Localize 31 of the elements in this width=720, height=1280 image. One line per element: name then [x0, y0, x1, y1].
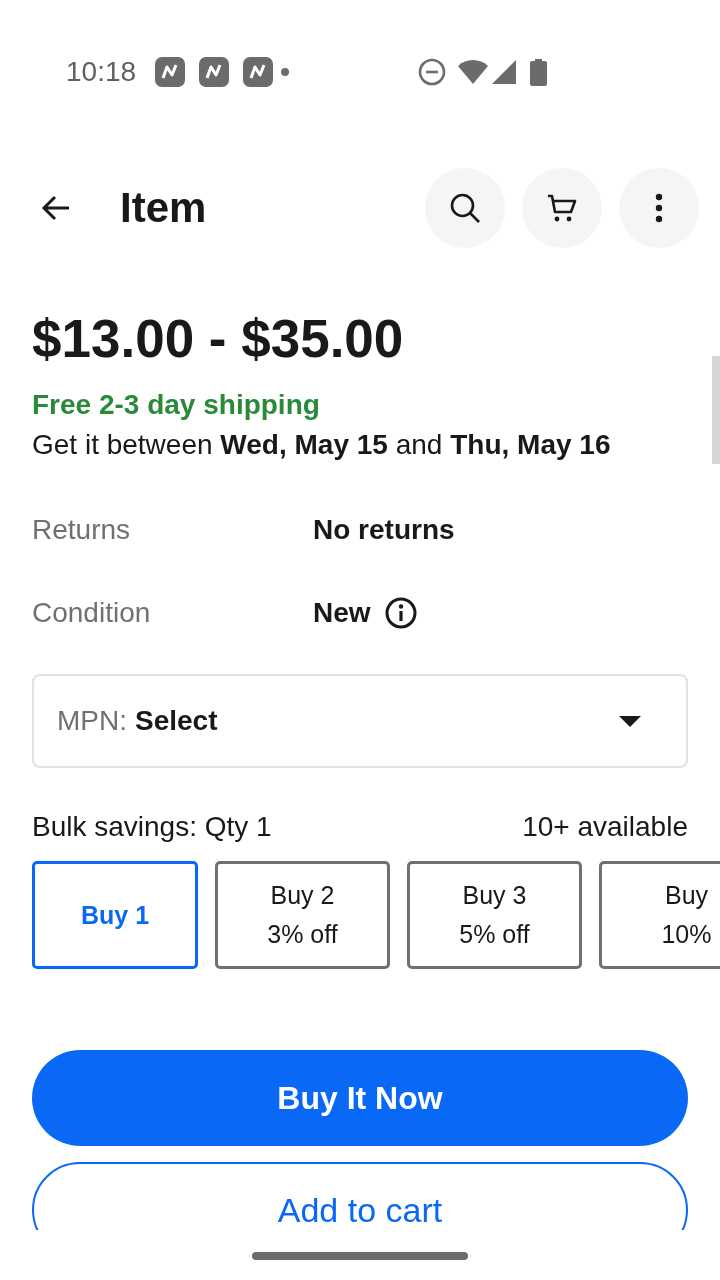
status-time: 10:18	[66, 56, 137, 88]
detail-value: New	[313, 595, 371, 630]
signal-icon	[492, 60, 517, 84]
mpn-dropdown[interactable]: MPN: Select	[32, 674, 688, 768]
detail-value: No returns	[313, 512, 455, 547]
bulk-savings-label: Bulk savings: Qty 1	[32, 810, 272, 844]
caret-icon	[619, 715, 641, 727]
quantity-option[interactable]: Buy 3 5% off	[407, 861, 582, 969]
quantity-option[interactable]: Buy 1	[32, 861, 198, 969]
wifi-icon	[458, 60, 489, 84]
search-icon	[450, 193, 480, 223]
app-notification-icon	[199, 57, 230, 87]
more-options-icon	[655, 193, 663, 223]
battery-icon	[530, 58, 548, 86]
buy-now-button[interactable]: Buy It Now	[32, 1050, 688, 1146]
quantity-option[interactable]: Buy 2 3% off	[215, 861, 390, 969]
shipping-headline: Free 2-3 day shipping	[32, 388, 320, 422]
do-not-disturb-icon	[418, 58, 447, 86]
delivery-estimate: Get it between Wed, May 15 and Thu, May 16	[32, 428, 611, 462]
notification-dot-icon	[281, 68, 290, 76]
cart-icon	[547, 193, 577, 223]
add-to-cart-button[interactable]: Add to cart	[32, 1162, 688, 1230]
page-title: Item	[120, 184, 207, 232]
detail-label: Returns	[32, 512, 132, 547]
info-icon[interactable]	[384, 596, 417, 629]
detail-label: Condition	[32, 595, 152, 630]
price-range: $13.00 - $35.00	[32, 309, 404, 369]
quantity-option[interactable]: Buy 10%	[599, 861, 720, 969]
app-notification-icon	[155, 57, 186, 87]
availability-text: 10+ available	[522, 810, 688, 844]
app-notification-icon	[243, 57, 274, 87]
